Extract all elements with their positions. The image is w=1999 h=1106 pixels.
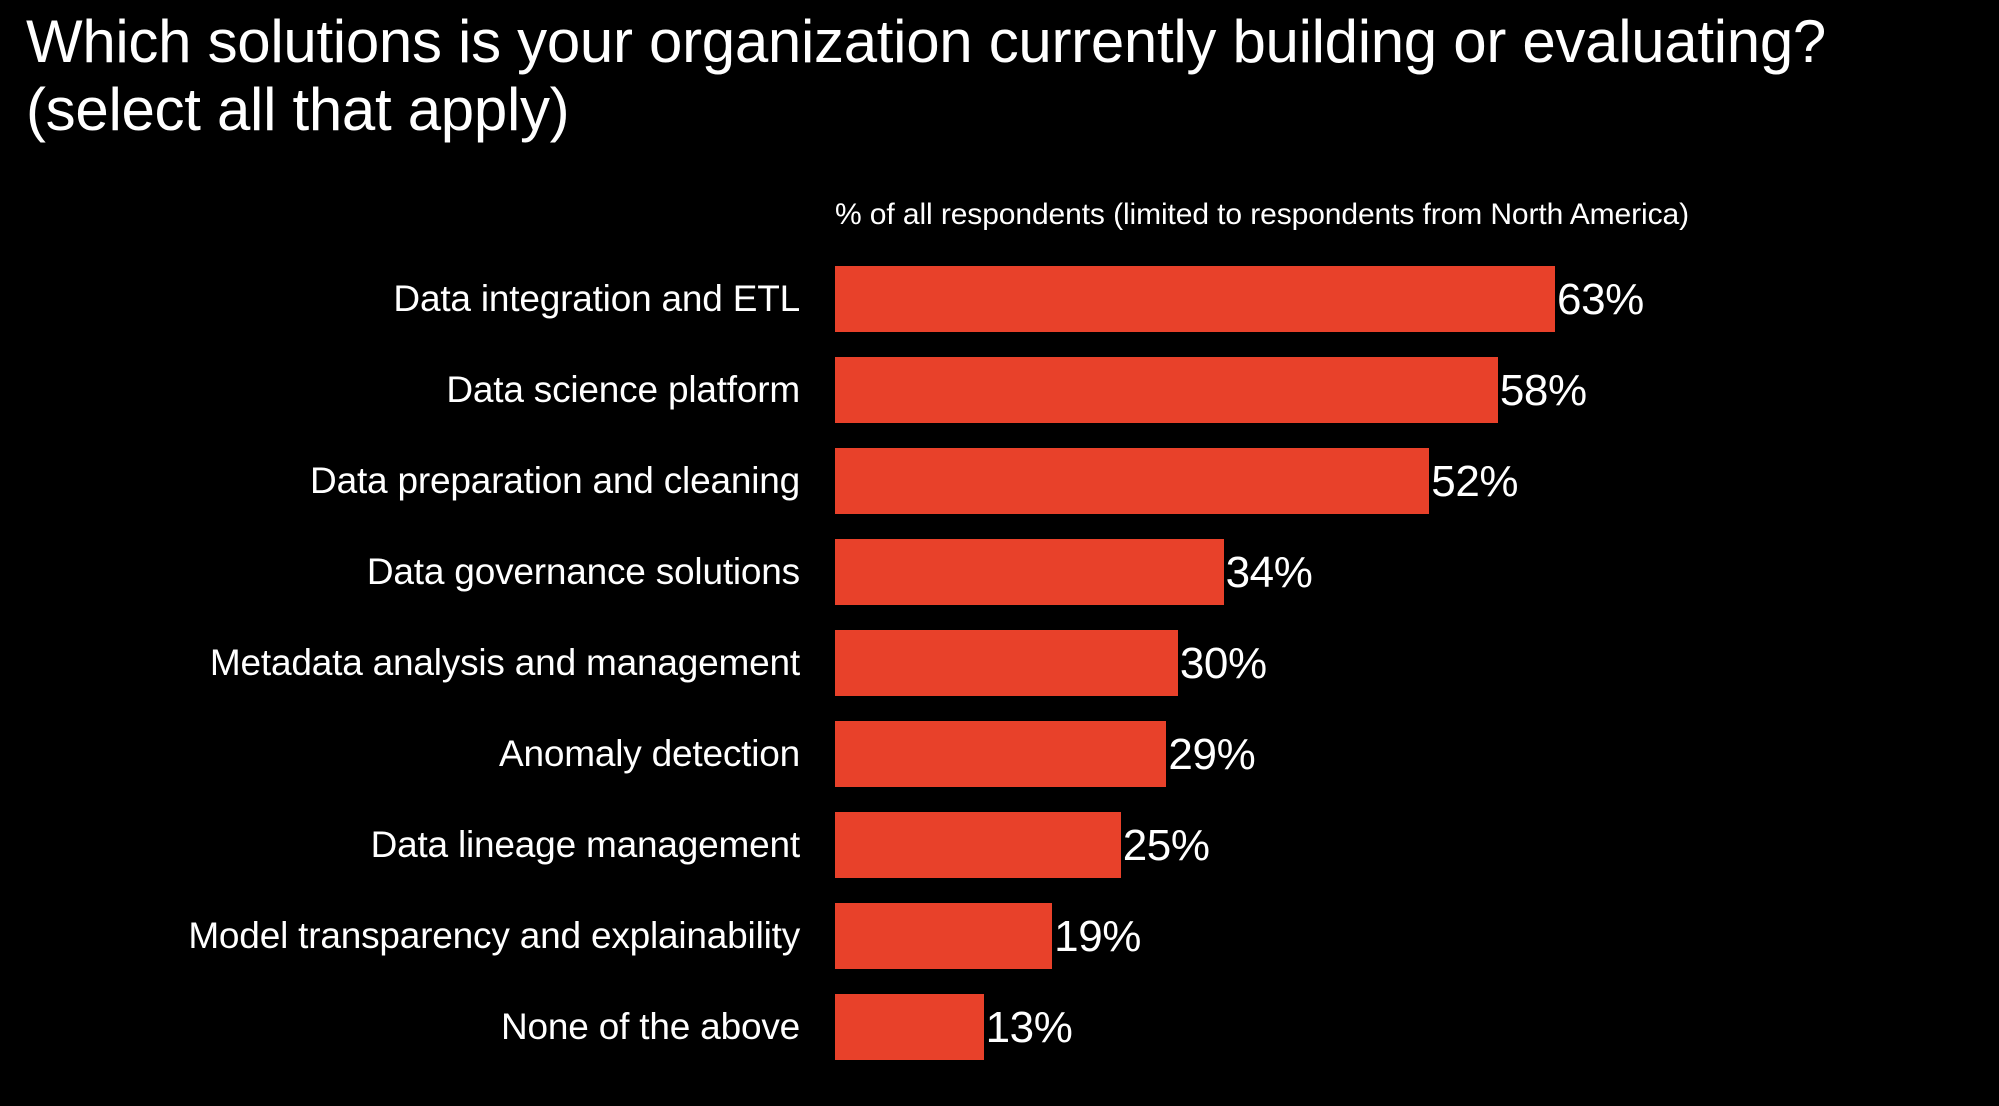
bar-track: 52% bbox=[835, 448, 1985, 514]
bar-row: Metadata analysis and management 30% bbox=[0, 630, 1999, 696]
bar-row: Data preparation and cleaning 52% bbox=[0, 448, 1999, 514]
bar-category-label: Data governance solutions bbox=[366, 551, 800, 592]
bar-value-label: 25% bbox=[1122, 821, 1210, 870]
bar-track: 34% bbox=[835, 539, 1985, 605]
bar-track: 29% bbox=[835, 721, 1985, 787]
bar-value-label: 52% bbox=[1431, 457, 1519, 506]
bar-value-label: 34% bbox=[1225, 548, 1313, 597]
bar-track: 58% bbox=[835, 357, 1985, 423]
bar-row: Data lineage management 25% bbox=[0, 812, 1999, 878]
bar-row: Data science platform 58% bbox=[0, 357, 1999, 423]
axis-note: % of all respondents (limited to respond… bbox=[835, 198, 1689, 231]
bar-category-label: Model transparency and explainability bbox=[188, 915, 800, 956]
bar-value-label: 58% bbox=[1499, 366, 1587, 415]
bar-track: 30% bbox=[835, 630, 1985, 696]
bar-value-label: 19% bbox=[1054, 912, 1142, 961]
bar bbox=[835, 812, 1121, 878]
bar bbox=[835, 539, 1224, 605]
bar-row: Model transparency and explainability 19% bbox=[0, 903, 1999, 969]
bar-category-label: Data preparation and cleaning bbox=[310, 460, 800, 501]
bar-row: None of the above 13% bbox=[0, 994, 1999, 1060]
bar bbox=[835, 448, 1430, 514]
bar-track: 13% bbox=[835, 994, 1985, 1060]
bar-category-label: Anomaly detection bbox=[498, 733, 800, 774]
bar-value-label: 63% bbox=[1557, 275, 1644, 324]
bar-track: 63% bbox=[835, 266, 1985, 332]
bar bbox=[835, 903, 1053, 969]
bar-category-label: Metadata analysis and management bbox=[209, 642, 800, 683]
bar-category-label: Data integration and ETL bbox=[393, 278, 800, 319]
bar-value-label: 30% bbox=[1179, 639, 1267, 688]
bar-value-label: 29% bbox=[1168, 730, 1256, 779]
bar-track: 25% bbox=[835, 812, 1985, 878]
bar-row: Anomaly detection 29% bbox=[0, 721, 1999, 787]
page-title: Which solutions is your organization cur… bbox=[26, 8, 1826, 144]
bar-row: Data governance solutions 34% bbox=[0, 539, 1999, 605]
bar-value-label: 13% bbox=[985, 1003, 1073, 1052]
bar-category-label: Data science platform bbox=[446, 369, 800, 410]
bar-track: 19% bbox=[835, 903, 1985, 969]
bar bbox=[835, 266, 1555, 332]
bar bbox=[835, 994, 984, 1060]
bar bbox=[835, 721, 1167, 787]
bar bbox=[835, 630, 1178, 696]
bar-chart-plot-area: Data integration and ETL 63% Data science … bbox=[0, 266, 1999, 1086]
bar bbox=[835, 357, 1498, 423]
bar-category-label: None of the above bbox=[501, 1006, 800, 1047]
bar-row: Data integration and ETL 63% bbox=[0, 266, 1999, 332]
bar-category-label: Data lineage management bbox=[370, 824, 801, 865]
chart-canvas: Which solutions is your organization cur… bbox=[0, 0, 1999, 1106]
